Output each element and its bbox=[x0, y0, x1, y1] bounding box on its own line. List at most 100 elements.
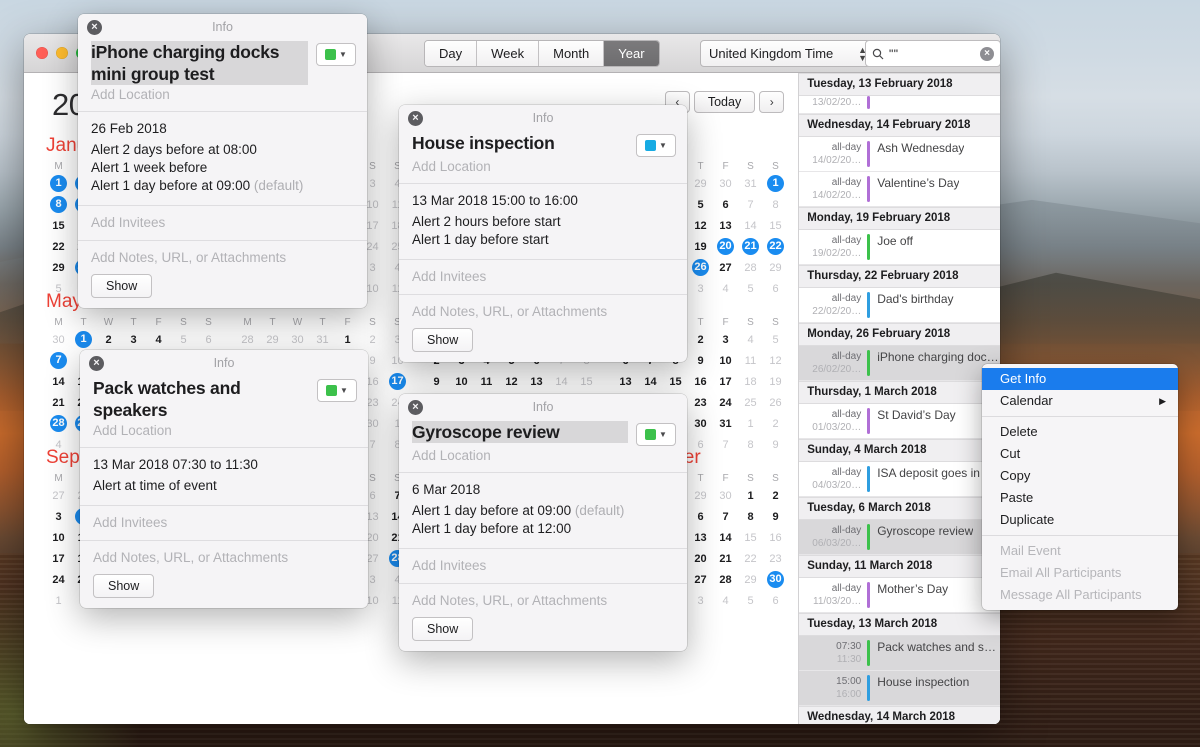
day-cell[interactable]: 27 bbox=[46, 485, 71, 506]
day-cell[interactable]: 30 bbox=[763, 569, 788, 590]
event-title-field[interactable]: Gyroscope review bbox=[412, 421, 628, 443]
day-cell[interactable]: 7 bbox=[738, 194, 763, 215]
event-alert-row[interactable]: Alert 1 day before start bbox=[412, 231, 674, 249]
search-field[interactable]: "" × bbox=[865, 40, 1000, 67]
event-list-item[interactable]: 13/02/20… bbox=[799, 96, 1000, 114]
day-cell[interactable]: 10 bbox=[46, 527, 71, 548]
context-menu-item-copy[interactable]: Copy bbox=[982, 465, 1178, 487]
event-calendar-color-popup[interactable]: ▼ bbox=[316, 43, 356, 66]
day-cell[interactable]: 24 bbox=[713, 392, 738, 413]
day-cell[interactable]: 13 bbox=[688, 527, 713, 548]
day-cell[interactable]: 16 bbox=[688, 371, 713, 392]
day-cell[interactable]: 11 bbox=[474, 371, 499, 392]
day-cell[interactable]: 15 bbox=[663, 371, 688, 392]
context-menu-item-calendar[interactable]: Calendar▶ bbox=[982, 390, 1178, 412]
day-cell[interactable]: 26 bbox=[763, 392, 788, 413]
day-cell[interactable]: 29 bbox=[763, 257, 788, 278]
event-location-field[interactable]: Add Location bbox=[78, 85, 367, 111]
event-invitees-field[interactable]: Add Invitees bbox=[91, 215, 354, 230]
context-menu-item-get-info[interactable]: Get Info bbox=[982, 368, 1178, 390]
day-cell[interactable]: 28 bbox=[738, 257, 763, 278]
event-invitees-field[interactable]: Add Invitees bbox=[412, 558, 674, 573]
day-cell[interactable]: 17 bbox=[713, 371, 738, 392]
day-cell[interactable]: 8 bbox=[46, 194, 71, 215]
minimize-window-button[interactable] bbox=[56, 47, 68, 59]
event-invitees-field[interactable]: Add Invitees bbox=[93, 515, 355, 530]
day-cell[interactable]: 23 bbox=[763, 548, 788, 569]
view-tab-day[interactable]: Day bbox=[425, 41, 477, 66]
view-tab-month[interactable]: Month bbox=[539, 41, 604, 66]
day-cell[interactable]: 22 bbox=[46, 236, 71, 257]
context-menu-item-cut[interactable]: Cut bbox=[982, 443, 1178, 465]
day-cell[interactable]: 29 bbox=[688, 485, 713, 506]
next-button[interactable]: › bbox=[759, 91, 784, 113]
context-menu-item-delete[interactable]: Delete bbox=[982, 421, 1178, 443]
day-cell[interactable]: 4 bbox=[713, 590, 738, 611]
event-list-item[interactable]: all-day14/02/20…Ash Wednesday bbox=[799, 137, 1000, 172]
day-cell[interactable]: 30 bbox=[713, 485, 738, 506]
context-menu-item-duplicate[interactable]: Duplicate bbox=[982, 509, 1178, 531]
day-cell[interactable]: 15 bbox=[574, 371, 599, 392]
event-date-field[interactable]: 26 Feb 2018 bbox=[91, 121, 354, 136]
event-date-field[interactable]: 6 Mar 2018 bbox=[412, 482, 674, 497]
day-cell[interactable]: 29 bbox=[738, 569, 763, 590]
event-title-field[interactable]: Pack watches and speakers bbox=[93, 377, 309, 421]
context-menu-item-paste[interactable]: Paste bbox=[982, 487, 1178, 509]
event-alert-row[interactable]: Alert at time of event bbox=[93, 477, 355, 495]
clear-search-icon[interactable]: × bbox=[980, 47, 994, 61]
event-alert-row[interactable]: Alert 2 hours before start bbox=[412, 213, 674, 231]
day-cell[interactable]: 14 bbox=[46, 371, 71, 392]
event-notes-field[interactable]: Add Notes, URL, or Attachments bbox=[412, 304, 674, 319]
day-cell[interactable]: 6 bbox=[713, 194, 738, 215]
day-cell[interactable]: 4 bbox=[146, 329, 171, 350]
day-cell[interactable]: 3 bbox=[46, 506, 71, 527]
event-calendar-color-popup[interactable]: ▼ bbox=[636, 423, 676, 446]
day-cell[interactable]: 3 bbox=[713, 329, 738, 350]
day-cell[interactable]: 13 bbox=[613, 371, 638, 392]
day-cell[interactable]: 12 bbox=[763, 350, 788, 371]
day-cell[interactable]: 15 bbox=[738, 527, 763, 548]
event-list-item[interactable]: all-day19/02/20…Joe off bbox=[799, 230, 1000, 265]
event-notes-field[interactable]: Add Notes, URL, or Attachments bbox=[412, 593, 674, 608]
event-list-item[interactable]: all-day11/03/20…Mother’s Day bbox=[799, 578, 1000, 613]
event-calendar-color-popup[interactable]: ▼ bbox=[317, 379, 357, 402]
event-alert-row[interactable]: Alert 1 day before at 12:00 bbox=[412, 520, 674, 538]
day-cell[interactable]: 9 bbox=[763, 506, 788, 527]
day-cell[interactable]: 15 bbox=[46, 215, 71, 236]
day-cell[interactable]: 1 bbox=[71, 329, 96, 350]
day-cell[interactable]: 24 bbox=[46, 569, 71, 590]
day-cell[interactable]: 1 bbox=[738, 485, 763, 506]
day-cell[interactable]: 17 bbox=[46, 548, 71, 569]
day-cell[interactable]: 25 bbox=[738, 392, 763, 413]
day-cell[interactable]: 19 bbox=[763, 371, 788, 392]
event-title-field[interactable]: House inspection bbox=[412, 132, 628, 154]
day-cell[interactable]: 23 bbox=[688, 392, 713, 413]
show-event-button[interactable]: Show bbox=[412, 617, 473, 641]
timezone-popup-button[interactable]: United Kingdom Time ▲▼ bbox=[700, 40, 876, 67]
day-cell[interactable]: 11 bbox=[738, 350, 763, 371]
event-alert-row[interactable]: Alert 1 week before bbox=[91, 159, 354, 177]
show-event-button[interactable]: Show bbox=[412, 328, 473, 352]
day-cell[interactable]: 21 bbox=[713, 548, 738, 569]
day-cell[interactable]: 28 bbox=[46, 413, 71, 434]
day-cell[interactable]: 30 bbox=[46, 329, 71, 350]
event-alert-row[interactable]: Alert 1 day before at 09:00 (default) bbox=[412, 502, 674, 520]
day-cell[interactable]: 29 bbox=[688, 173, 713, 194]
event-info-popover-iphone-charging-docks[interactable]: ×InfoiPhone charging docks mini group te… bbox=[78, 14, 367, 308]
event-list-item[interactable]: all-day06/03/20…Gyroscope review bbox=[799, 520, 1000, 555]
day-cell[interactable]: 14 bbox=[549, 371, 574, 392]
day-cell[interactable]: 28 bbox=[713, 569, 738, 590]
day-cell[interactable]: 20 bbox=[688, 548, 713, 569]
day-cell[interactable]: 2 bbox=[763, 485, 788, 506]
day-cell[interactable]: 2 bbox=[688, 329, 713, 350]
day-cell[interactable]: 15 bbox=[763, 215, 788, 236]
day-cell[interactable]: 4 bbox=[738, 329, 763, 350]
event-title-field[interactable]: iPhone charging docks mini group test bbox=[91, 41, 308, 85]
event-location-field[interactable]: Add Location bbox=[80, 421, 368, 447]
day-cell[interactable]: 2 bbox=[763, 413, 788, 434]
day-cell[interactable]: 31 bbox=[310, 329, 335, 350]
day-cell[interactable]: 14 bbox=[638, 371, 663, 392]
close-popover-icon[interactable]: × bbox=[89, 356, 104, 371]
close-window-button[interactable] bbox=[36, 47, 48, 59]
day-cell[interactable]: 1 bbox=[46, 173, 71, 194]
